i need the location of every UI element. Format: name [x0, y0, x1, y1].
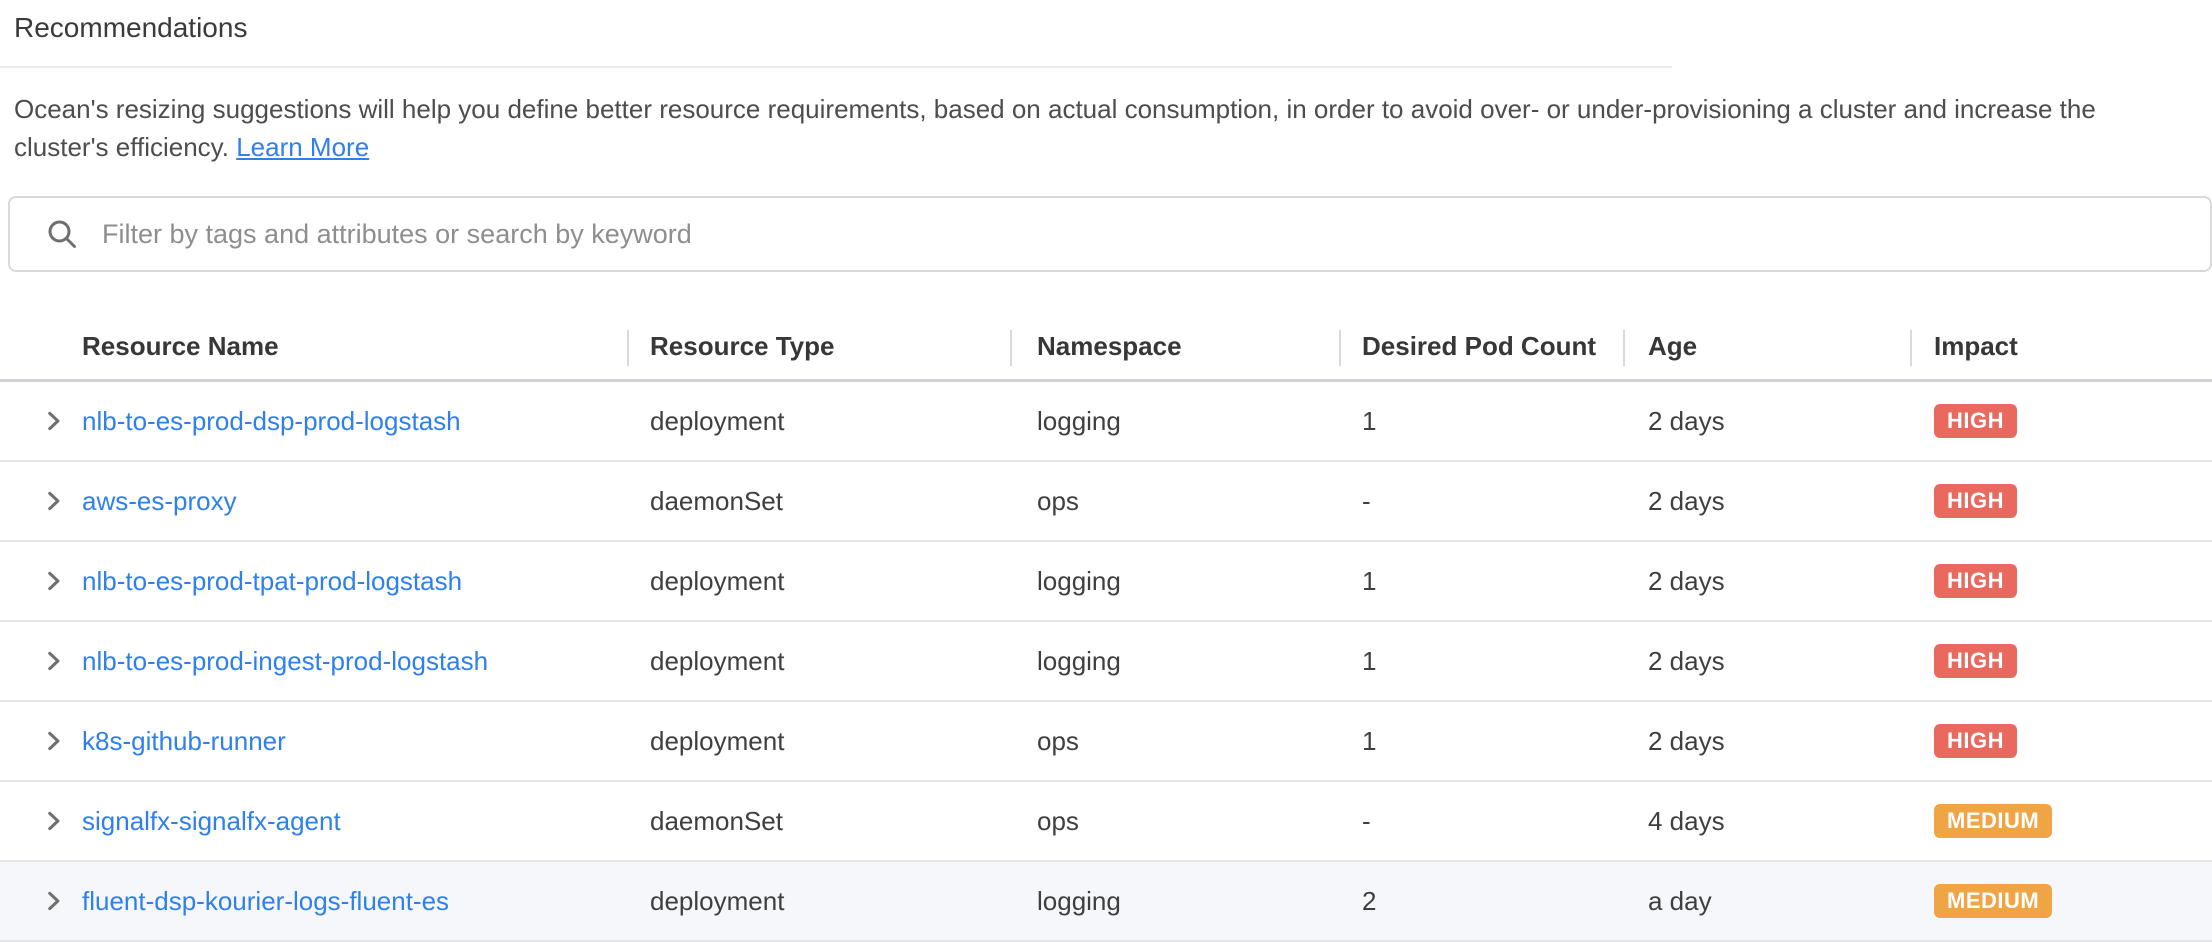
column-divider: [627, 330, 629, 366]
chevron-right-icon: [40, 568, 66, 594]
learn-more-link[interactable]: Learn More: [236, 132, 369, 162]
impact-badge: HIGH: [1934, 724, 2017, 758]
cell-resource-type: deployment: [650, 406, 1037, 437]
table-row: signalfx-signalfx-agent daemonSet ops - …: [0, 782, 2212, 862]
cell-desired-pod-count: 1: [1362, 646, 1648, 677]
expand-row-button[interactable]: [40, 888, 66, 914]
table-header: Resource Name Resource Type Namespace De…: [0, 314, 2212, 382]
chevron-right-icon: [40, 808, 66, 834]
table-row: nlb-to-es-prod-dsp-prod-logstash deploym…: [0, 382, 2212, 462]
cell-age: 2 days: [1648, 406, 1934, 437]
cell-namespace: ops: [1037, 486, 1362, 517]
table-row: fluent-dsp-kourier-logs-fluent-es deploy…: [0, 862, 2212, 942]
cell-age: 4 days: [1648, 806, 1934, 837]
cell-desired-pod-count: 1: [1362, 406, 1648, 437]
impact-badge: MEDIUM: [1934, 804, 2052, 838]
cell-desired-pod-count: 2: [1362, 886, 1648, 917]
column-header-resource-name: Resource Name: [82, 331, 650, 362]
cell-age: 2 days: [1648, 566, 1934, 597]
cell-namespace: ops: [1037, 806, 1362, 837]
cell-resource-type: daemonSet: [650, 486, 1037, 517]
cell-namespace: logging: [1037, 646, 1362, 677]
cell-resource-type: daemonSet: [650, 806, 1037, 837]
chevron-right-icon: [40, 888, 66, 914]
cell-age: 2 days: [1648, 726, 1934, 757]
impact-badge: HIGH: [1934, 564, 2017, 598]
expand-row-button[interactable]: [40, 488, 66, 514]
cell-resource-type: deployment: [650, 566, 1037, 597]
search-icon: [46, 218, 78, 250]
impact-badge: MEDIUM: [1934, 884, 2052, 918]
cell-namespace: logging: [1037, 886, 1362, 917]
resource-name-link[interactable]: k8s-github-runner: [82, 726, 286, 756]
search-bar: [8, 196, 2212, 272]
resource-name-link[interactable]: signalfx-signalfx-agent: [82, 806, 341, 836]
table-row: k8s-github-runner deployment ops 1 2 day…: [0, 702, 2212, 782]
resource-name-link[interactable]: nlb-to-es-prod-tpat-prod-logstash: [82, 566, 462, 596]
cell-age: 2 days: [1648, 646, 1934, 677]
expand-row-button[interactable]: [40, 568, 66, 594]
chevron-right-icon: [40, 648, 66, 674]
cell-age: a day: [1648, 886, 1934, 917]
expand-row-button[interactable]: [40, 808, 66, 834]
expand-row-button[interactable]: [40, 728, 66, 754]
table-row: nlb-to-es-prod-ingest-prod-logstash depl…: [0, 622, 2212, 702]
resource-name-link[interactable]: nlb-to-es-prod-dsp-prod-logstash: [82, 406, 461, 436]
recommendations-table: Resource Name Resource Type Namespace De…: [0, 314, 2212, 942]
resource-name-link[interactable]: aws-es-proxy: [82, 486, 237, 516]
column-header-desired-pod-count: Desired Pod Count: [1362, 331, 1648, 362]
cell-desired-pod-count: -: [1362, 806, 1648, 837]
chevron-right-icon: [40, 728, 66, 754]
impact-badge: HIGH: [1934, 404, 2017, 438]
cell-resource-type: deployment: [650, 726, 1037, 757]
cell-desired-pod-count: 1: [1362, 726, 1648, 757]
column-divider: [1339, 330, 1341, 366]
cell-namespace: ops: [1037, 726, 1362, 757]
column-header-age: Age: [1648, 331, 1934, 362]
search-input[interactable]: [100, 218, 2210, 251]
column-header-namespace: Namespace: [1037, 331, 1362, 362]
column-header-resource-type: Resource Type: [650, 331, 1037, 362]
table-row: aws-es-proxy daemonSet ops - 2 days HIGH: [0, 462, 2212, 542]
expand-row-button[interactable]: [40, 408, 66, 434]
expand-row-button[interactable]: [40, 648, 66, 674]
column-divider: [1910, 330, 1912, 366]
chevron-right-icon: [40, 488, 66, 514]
resource-name-link[interactable]: fluent-dsp-kourier-logs-fluent-es: [82, 886, 449, 916]
chevron-right-icon: [40, 408, 66, 434]
impact-badge: HIGH: [1934, 484, 2017, 518]
title-divider: [0, 66, 1672, 68]
column-divider: [1010, 330, 1012, 366]
cell-namespace: logging: [1037, 566, 1362, 597]
cell-resource-type: deployment: [650, 646, 1037, 677]
table-row: nlb-to-es-prod-tpat-prod-logstash deploy…: [0, 542, 2212, 622]
cell-desired-pod-count: -: [1362, 486, 1648, 517]
impact-badge: HIGH: [1934, 644, 2017, 678]
cell-resource-type: deployment: [650, 886, 1037, 917]
cell-age: 2 days: [1648, 486, 1934, 517]
description: Ocean's resizing suggestions will help y…: [14, 90, 2188, 166]
cell-namespace: logging: [1037, 406, 1362, 437]
cell-desired-pod-count: 1: [1362, 566, 1648, 597]
page-title: Recommendations: [0, 0, 2212, 46]
column-divider: [1623, 330, 1625, 366]
resource-name-link[interactable]: nlb-to-es-prod-ingest-prod-logstash: [82, 646, 488, 676]
column-header-impact: Impact: [1934, 331, 2212, 362]
